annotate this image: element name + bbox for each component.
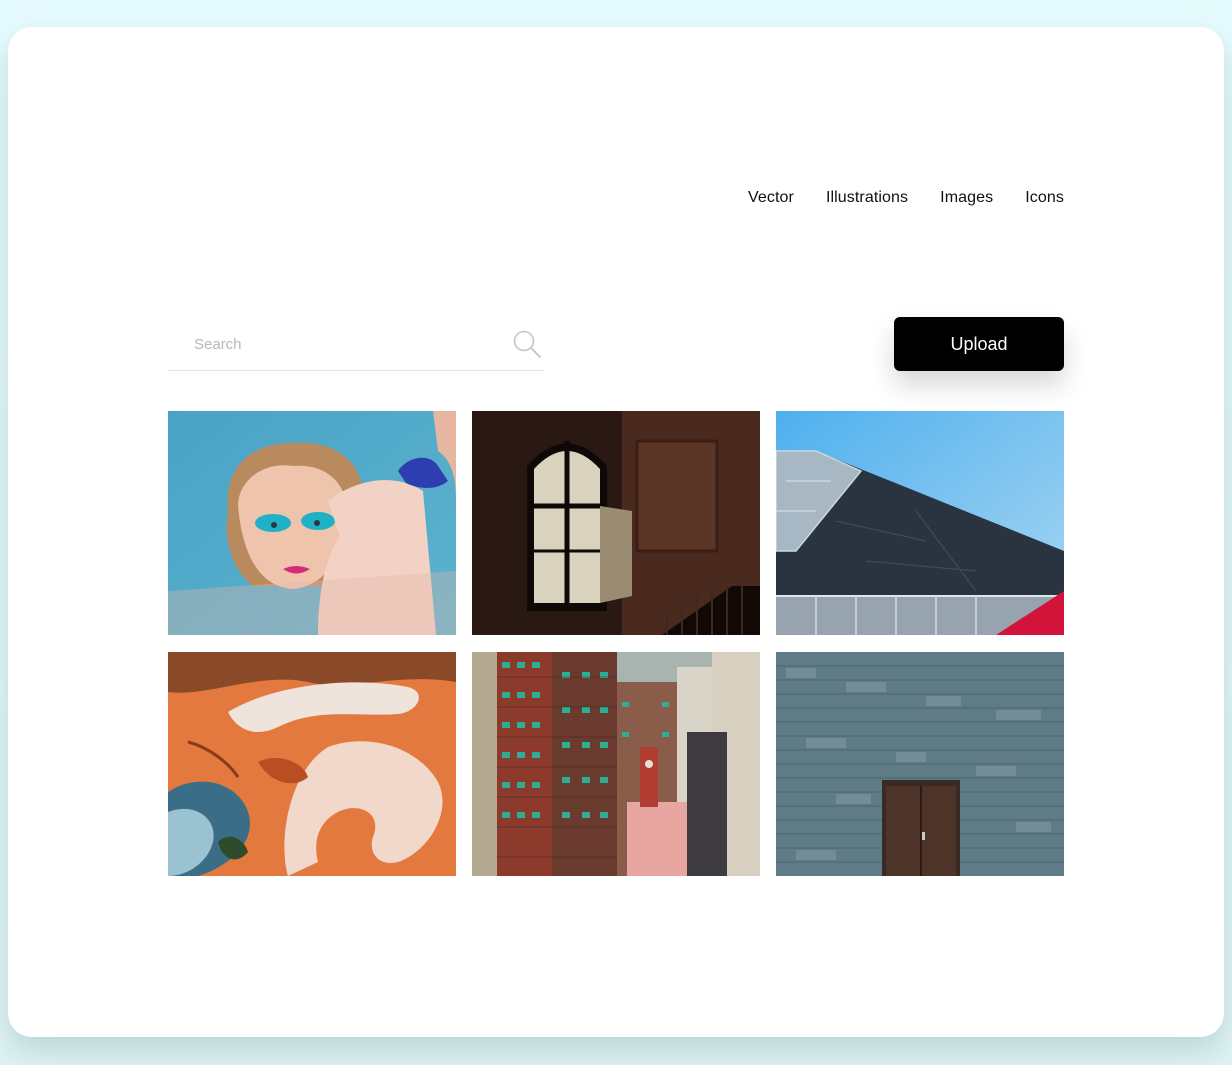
gallery-item-window[interactable] (472, 411, 760, 635)
nav-item-vector[interactable]: Vector (748, 189, 794, 207)
nav-item-illustrations[interactable]: Illustrations (826, 189, 908, 207)
nav-item-images[interactable]: Images (940, 189, 993, 207)
top-nav: Vector Illustrations Images Icons (748, 189, 1064, 207)
main-card: Vector Illustrations Images Icons Upload (8, 27, 1224, 1037)
upload-button[interactable]: Upload (894, 317, 1064, 371)
gallery-item-roof[interactable] (776, 411, 1064, 635)
search-bar (168, 317, 544, 371)
portrait-makeup-image (168, 411, 456, 635)
building-roof-image (776, 411, 1064, 635)
image-gallery (168, 411, 1064, 876)
city-buildings-image (472, 652, 760, 876)
window-interior-image (472, 411, 760, 635)
abstract-aerial-image (168, 652, 456, 876)
search-input[interactable] (192, 331, 496, 357)
search-icon[interactable] (512, 329, 542, 359)
gallery-item-city[interactable] (472, 652, 760, 876)
gallery-item-abstract[interactable] (168, 652, 456, 876)
stone-wall-door-image (776, 652, 1064, 876)
gallery-item-wall[interactable] (776, 652, 1064, 876)
gallery-item-portrait[interactable] (168, 411, 456, 635)
nav-item-icons[interactable]: Icons (1025, 189, 1064, 207)
